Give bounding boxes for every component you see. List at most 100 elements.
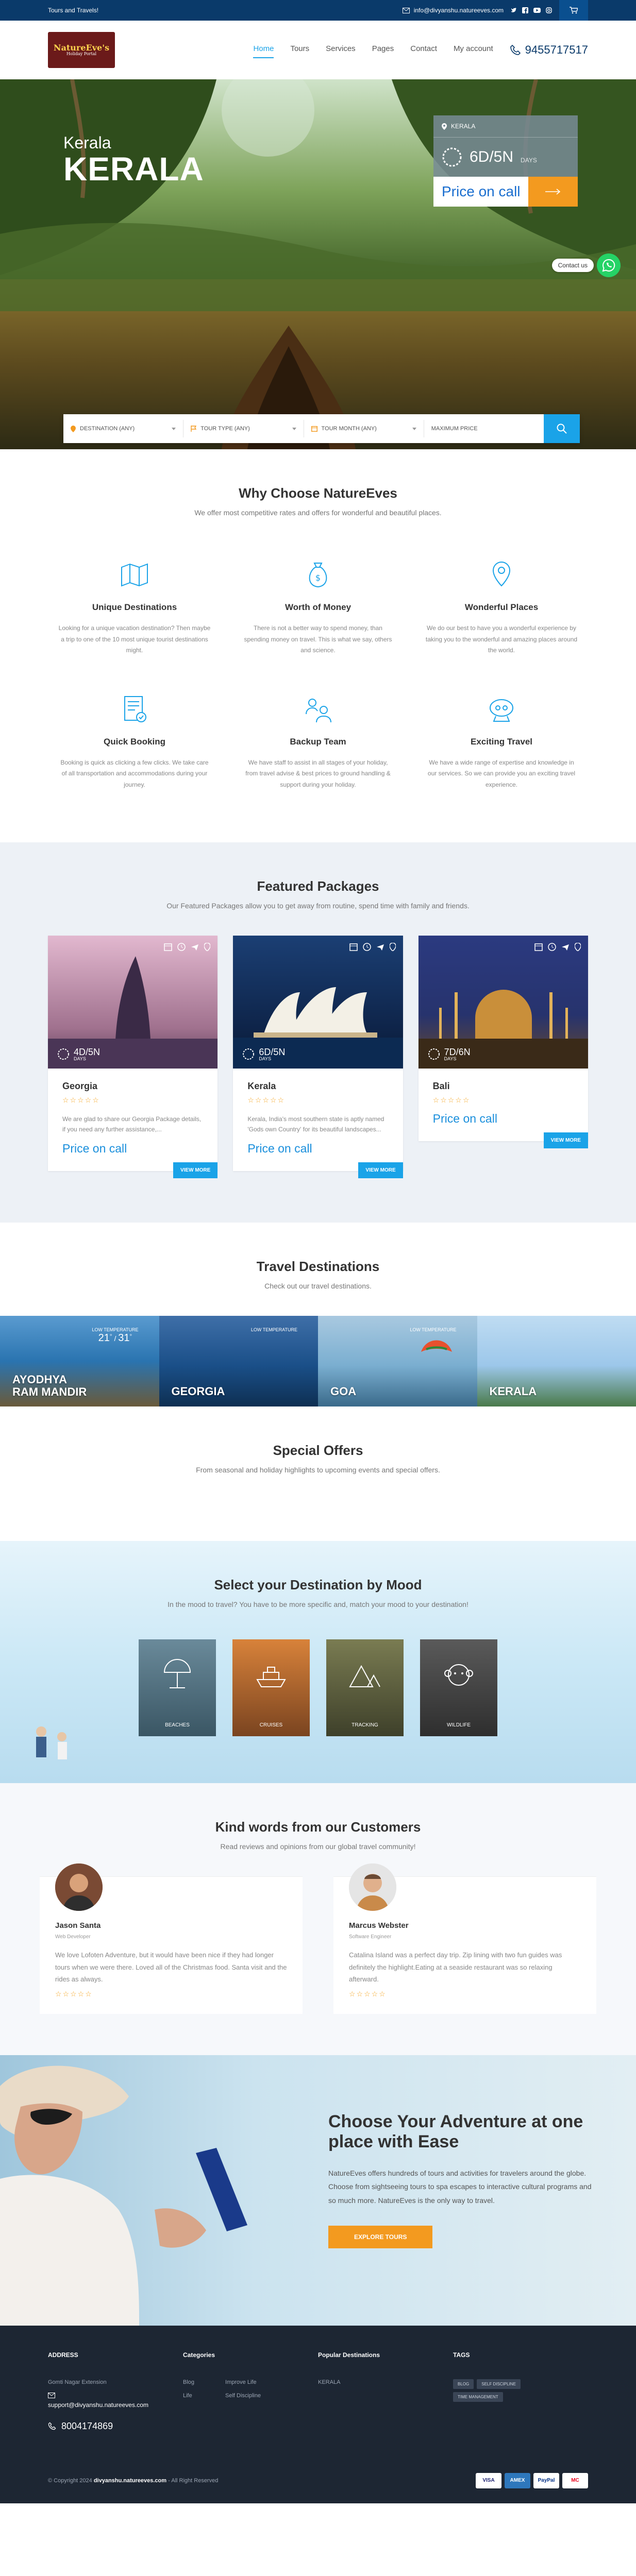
package-rating: ☆☆☆☆☆ [247,1095,286,1104]
temperature-low: 21 [98,1332,110,1344]
tag[interactable]: TIME MANAGEMENT [453,2392,503,2402]
hero-tour-card[interactable]: KERALA 6D/5N DAYS Price on call [433,115,578,207]
mood-label: CRUISES [259,1722,283,1728]
location-pin-icon [492,561,511,587]
mood-tile[interactable]: CRUISES [232,1639,310,1737]
footer-category-link[interactable]: Improve Life [225,2379,261,2385]
clock-icon [442,147,462,167]
destination-strip: LOW TEMPERATURE 21° / 31° AYODHYA RAM MAN… [0,1316,636,1407]
package-duration-value: 6D/5N [259,1046,286,1057]
travel-destinations-section: Travel Destinations Check out our travel… [0,1223,636,1407]
chevron-down-icon [292,427,296,430]
testimonial-text: We love Lofoten Adventure, but it would … [55,1951,287,1984]
hero-card-price[interactable]: Price on call [433,177,578,207]
footer-popular-link[interactable]: KERALA [318,2379,453,2385]
twitter-icon[interactable] [511,7,517,13]
explore-tours-button[interactable]: EXPLORE TOURS [328,2226,433,2249]
feature-item: $ Worth of Money There is not a better w… [242,558,394,656]
destination-tile[interactable]: LOW TEMPERATURE 21° / 31° AYODHYA RAM MAN… [0,1316,159,1407]
footer-category-link[interactable]: Self Discipline [225,2393,261,2399]
search-button[interactable] [544,414,580,443]
testimonial-role: Web Developer [55,1934,91,1940]
mood-tile[interactable]: BEACHES [139,1639,216,1737]
package-duration-value: 4D/5N [74,1046,101,1057]
footer-popular-title: Popular Destinations [318,2351,380,2359]
adventure-text: NatureEves offers hundreds of tours and … [328,2168,592,2205]
nav-contact[interactable]: Contact [410,44,437,56]
tag[interactable]: BLOG [453,2379,474,2389]
footer-email[interactable]: support@divyanshu.natureeves.com [48,2401,183,2409]
temperature-label: LOW TEMPERATURE [92,1327,139,1333]
tag[interactable]: SELF DISCIPLINE [477,2379,521,2389]
nav-home[interactable]: Home [253,44,274,58]
view-more-button[interactable]: VIEW MORE [173,1162,218,1179]
destination-tile[interactable]: KERALA [477,1316,636,1407]
location-pin-icon [71,425,76,432]
top-email[interactable]: info@divyanshu.natureeves.com [402,7,504,14]
footer-category-link[interactable]: Blog [183,2379,194,2385]
package-feature-icons [534,942,581,951]
tour-month-select[interactable]: TOUR MONTH (ANY) [304,420,424,437]
view-more-button[interactable]: VIEW MORE [358,1162,403,1179]
nav-services[interactable]: Services [326,44,356,56]
paypal-icon: PayPal [533,2472,559,2488]
testimonials-section: Kind words from our Customers Read revie… [0,1783,636,2055]
footer-columns: ADDRESS Gomti Nagar Extension support@di… [48,2351,588,2432]
mood-tile[interactable]: TRACKING [326,1639,404,1737]
package-desc: Kerala, India's most southern state is a… [247,1115,384,1133]
cart-button[interactable] [559,0,588,21]
testimonial-rating: ☆☆☆☆☆ [349,1989,387,1998]
calendar-icon [349,943,358,951]
clock-icon [58,1048,69,1060]
destination-name: AYODHYA RAM MANDIR [12,1372,87,1399]
package-card[interactable]: 4D/5N DAYS Georgia ☆☆☆☆☆ We are glad to s… [48,935,218,1179]
hero-card-arrow-button[interactable] [528,177,578,207]
why-subtitle: We offer most competitive rates and offe… [194,509,442,517]
copyright: © Copyright 2024 divyanshu.natureeves.co… [48,2478,218,2484]
hero-card-price-text: Price on call [442,183,521,199]
package-name[interactable]: Bali [433,1081,574,1092]
testimonials-subtitle: Read reviews and opinions from our globa… [220,1842,416,1851]
clock-icon [362,942,371,951]
calendar-icon [164,943,173,951]
header-phone[interactable]: 9455717517 [510,43,588,57]
destination-tile[interactable]: LOW TEMPERATURE GEORGIA [159,1316,318,1407]
kids-on-beach-illustration [36,1726,67,1760]
featured-packages-section: Featured Packages Our Featured Packages … [0,842,636,1223]
youtube-icon[interactable] [533,7,541,13]
destination-select[interactable]: DESTINATION (ANY) [63,420,184,437]
site-logo[interactable]: NatureEve's Holiday Portal [48,32,115,68]
nav-my-account[interactable]: My account [454,44,493,56]
max-price-input[interactable]: MAXIMUM PRICE [424,420,544,437]
footer-address-title: ADDRESS [48,2351,78,2359]
copyright-site[interactable]: divyanshu.natureeves.com [94,2478,166,2484]
woman-with-phone-illustration [0,2065,247,2326]
feature-item: Backup Team We have staff to assist in a… [242,692,394,791]
nav-pages[interactable]: Pages [372,44,394,56]
hero-card-duration-value: 6D/5N [470,148,514,165]
cart-icon [570,7,578,14]
plane-icon [191,944,199,951]
feature-text: We have staff to assist in all stages of… [245,758,391,788]
package-name[interactable]: Kerala [247,1081,388,1092]
package-card[interactable]: 6D/5N DAYS Kerala ☆☆☆☆☆ Kerala, India's m… [233,935,403,1179]
team-icon [306,698,331,722]
facebook-icon[interactable] [522,7,528,13]
mood-tile[interactable]: WILDLIFE [420,1639,497,1737]
whatsapp-contact[interactable]: Contact us [551,253,621,277]
instagram-icon[interactable] [546,7,552,13]
package-card[interactable]: 7D/6N DAYS Bali ☆☆☆☆☆ Price on call VIEW … [418,935,588,1148]
footer-phone[interactable]: 8004174869 [48,2421,183,2432]
package-name[interactable]: Georgia [62,1081,203,1092]
tour-type-select[interactable]: TOUR TYPE (ANY) [183,420,304,437]
nav-tours[interactable]: Tours [290,44,309,56]
temperature-label: LOW TEMPERATURE [410,1327,457,1333]
temperature-high: 31 [118,1332,130,1344]
view-more-button[interactable]: VIEW MORE [543,1132,588,1148]
map-icon [121,563,148,587]
destination-temperature: LOW TEMPERATURE 21° / 31° [92,1327,139,1344]
destination-tile[interactable]: LOW TEMPERATURE GOA [318,1316,477,1407]
feature-text: Booking is quick as clicking a few click… [60,758,209,788]
footer-category-link[interactable]: Life [183,2393,194,2399]
package-feature-icons [164,942,211,951]
